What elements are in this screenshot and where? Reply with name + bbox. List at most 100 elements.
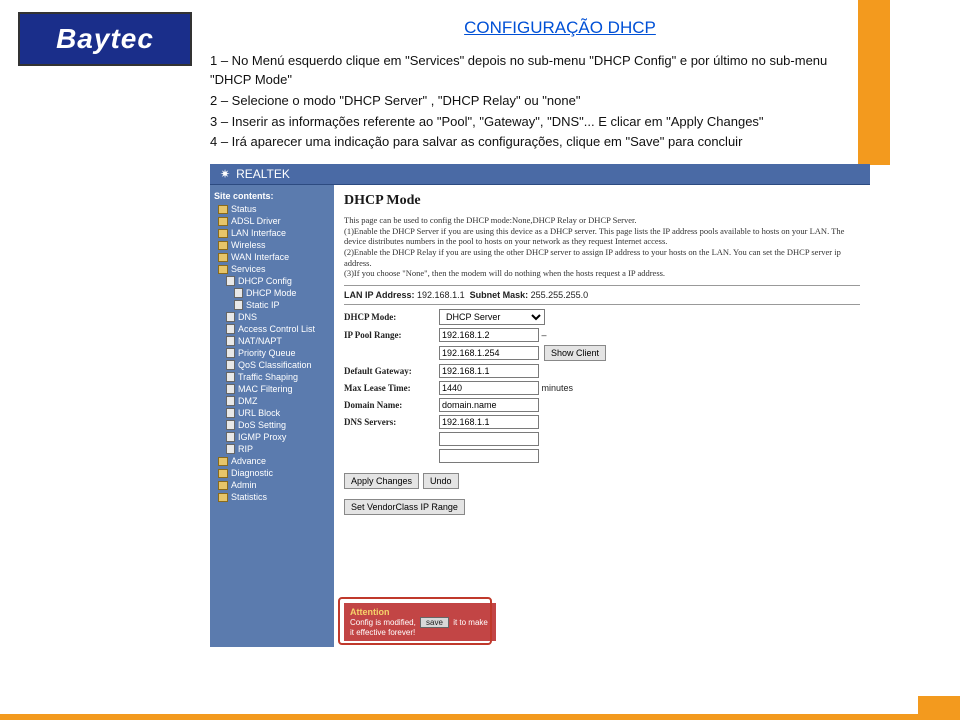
nav-item[interactable]: Wireless (214, 239, 334, 251)
folder-icon (218, 481, 228, 490)
nav-item[interactable]: Access Control List (214, 323, 334, 335)
nav-item[interactable]: DMZ (214, 395, 334, 407)
nav-item[interactable]: Priority Queue (214, 347, 334, 359)
lease-label: Max Lease Time: (344, 383, 439, 393)
nav-item[interactable]: Admin (214, 479, 334, 491)
domain-input[interactable] (439, 398, 539, 412)
page-icon (226, 408, 235, 418)
instruction-line-1: 1 – No Menú esquerdo clique em "Services… (210, 52, 850, 90)
attention-title: Attention (350, 607, 490, 617)
nav-item-label: Traffic Shaping (238, 372, 298, 382)
folder-icon (218, 265, 228, 274)
router-page-title: DHCP Mode (344, 193, 860, 209)
dns-input-1[interactable] (439, 415, 539, 429)
nav-item[interactable]: Diagnostic (214, 467, 334, 479)
nav-item-label: Admin (231, 480, 257, 490)
page-icon (226, 396, 235, 406)
pool-end-input[interactable] (439, 346, 539, 360)
lease-input[interactable] (439, 381, 539, 395)
nav-item[interactable]: DoS Setting (214, 419, 334, 431)
page-icon (226, 432, 235, 442)
router-header: ✷ REALTEK (210, 164, 870, 185)
dns-label: DNS Servers: (344, 417, 439, 427)
page-icon (226, 360, 235, 370)
gateway-input[interactable] (439, 364, 539, 378)
page-icon (226, 276, 235, 286)
nav-item[interactable]: NAT/NAPT (214, 335, 334, 347)
undo-button[interactable]: Undo (423, 473, 459, 489)
nav-item[interactable]: MAC Filtering (214, 383, 334, 395)
nav-item[interactable]: DHCP Config (214, 275, 334, 287)
nav-item[interactable]: RIP (214, 443, 334, 455)
nav-item[interactable]: URL Block (214, 407, 334, 419)
nav-item-label: Priority Queue (238, 348, 296, 358)
nav-item-label: IGMP Proxy (238, 432, 286, 442)
nav-item-label: QoS Classification (238, 360, 312, 370)
nav-item-label: Advance (231, 456, 266, 466)
folder-icon (218, 457, 228, 466)
folder-icon (218, 241, 228, 250)
dns-input-3[interactable] (439, 449, 539, 463)
router-description: This page can be used to config the DHCP… (344, 215, 860, 279)
apply-changes-button[interactable]: Apply Changes (344, 473, 419, 489)
dns-input-2[interactable] (439, 432, 539, 446)
show-client-button[interactable]: Show Client (544, 345, 606, 361)
attention-text-1: Config is modified, (350, 618, 416, 627)
lan-ip-value: 192.168.1.1 (417, 290, 465, 300)
save-button[interactable]: save (420, 617, 449, 628)
content-area: CONFIGURAÇÃO DHCP 1 – No Menú esquerdo c… (210, 18, 910, 647)
instructions-block: 1 – No Menú esquerdo clique em "Services… (210, 52, 850, 152)
nav-item-label: WAN Interface (231, 252, 289, 262)
nav-item[interactable]: Status (214, 203, 334, 215)
logo: Baytec (18, 12, 192, 66)
nav-item[interactable]: Advance (214, 455, 334, 467)
pool-start-input[interactable] (439, 328, 539, 342)
nav-item[interactable]: DHCP Mode (214, 287, 334, 299)
nav-item-label: DNS (238, 312, 257, 322)
nav-item[interactable]: LAN Interface (214, 227, 334, 239)
instruction-line-4: 4 – Irá aparecer uma indicação para salv… (210, 133, 850, 152)
nav-item-label: MAC Filtering (238, 384, 293, 394)
router-brand: REALTEK (236, 167, 290, 181)
nav-item-label: NAT/NAPT (238, 336, 282, 346)
nav-item[interactable]: Static IP (214, 299, 334, 311)
nav-item[interactable]: QoS Classification (214, 359, 334, 371)
page-icon (226, 348, 235, 358)
nav-item-label: ADSL Driver (231, 216, 281, 226)
page-icon (226, 336, 235, 346)
dhcp-mode-select[interactable]: DHCP Server (439, 309, 545, 325)
page-icon (226, 312, 235, 322)
nav-item[interactable]: WAN Interface (214, 251, 334, 263)
nav-item-label: Access Control List (238, 324, 315, 334)
divider (344, 304, 860, 305)
domain-label: Domain Name: (344, 400, 439, 410)
nav-item[interactable]: DNS (214, 311, 334, 323)
instruction-line-2: 2 – Selecione o modo "DHCP Server" , "DH… (210, 92, 850, 111)
page-icon (226, 384, 235, 394)
nav-item[interactable]: Statistics (214, 491, 334, 503)
nav-item[interactable]: Services (214, 263, 334, 275)
folder-icon (218, 493, 228, 502)
nav-item-label: Services (231, 264, 266, 274)
pool-separator: – (542, 330, 547, 340)
nav-item-label: DHCP Config (238, 276, 292, 286)
nav-item-label: Statistics (231, 492, 267, 502)
nav-item[interactable]: ADSL Driver (214, 215, 334, 227)
bottom-decorative-bar (0, 714, 960, 720)
nav-item[interactable]: Traffic Shaping (214, 371, 334, 383)
dhcp-mode-label: DHCP Mode: (344, 312, 439, 322)
nav-item-label: DoS Setting (238, 420, 286, 430)
lan-info-row: LAN IP Address: 192.168.1.1 Subnet Mask:… (344, 290, 860, 300)
nav-item[interactable]: IGMP Proxy (214, 431, 334, 443)
attention-box: Attention Config is modified, save it to… (344, 603, 496, 641)
page-icon (226, 324, 235, 334)
folder-icon (218, 229, 228, 238)
nav-item-label: LAN Interface (231, 228, 286, 238)
nav-item-label: URL Block (238, 408, 280, 418)
vendor-class-button[interactable]: Set VendorClass IP Range (344, 499, 465, 515)
nav-item-label: Diagnostic (231, 468, 273, 478)
nav-item-label: RIP (238, 444, 253, 454)
nav-item-label: DMZ (238, 396, 258, 406)
nav-heading: Site contents: (214, 189, 334, 203)
page-icon (234, 288, 243, 298)
